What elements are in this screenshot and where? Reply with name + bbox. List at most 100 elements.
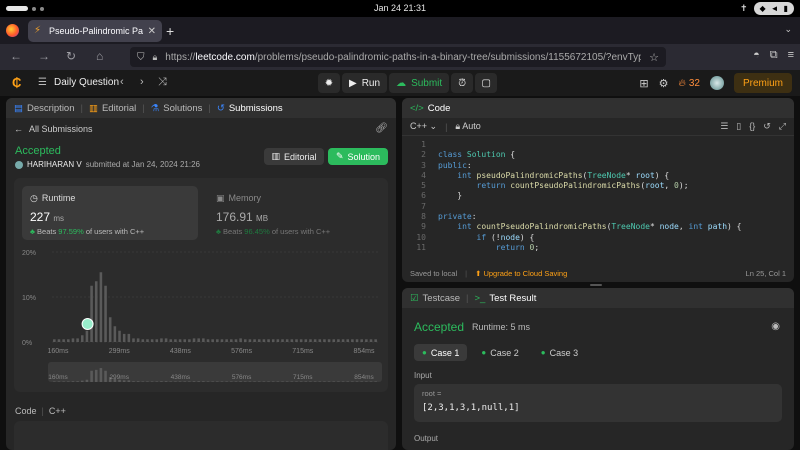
shuffle-icon[interactable]: ⤨ [158,76,167,89]
chevron-down-icon[interactable]: ⌄ [784,24,792,35]
username[interactable]: HARIHARAN V [27,160,82,169]
submit-button[interactable]: ☁ Submit [389,73,450,93]
autocomplete-toggle[interactable]: 🔒︎ Auto [455,121,480,132]
home-button[interactable]: ⌂ [96,49,103,63]
code-line[interactable]: 4 int pseudoPalindromicPaths(TreeNode* r… [402,171,794,181]
code-line[interactable]: 6 } [402,191,794,201]
list-icon[interactable]: ☰ [38,77,47,88]
code-line[interactable]: 8 private: [402,212,794,222]
eye-icon[interactable]: ◉ [771,321,780,332]
code-text[interactable] [430,140,438,150]
debug-button[interactable]: ✹ [318,73,340,93]
extensions-icon[interactable]: ⧉ [770,49,778,62]
code-line[interactable]: 3 public: [402,161,794,171]
distribution-bar [99,272,103,342]
submitted-code-preview[interactable] [14,421,388,450]
tab-code[interactable]: </> Code [410,103,450,114]
leetcode-logo-icon[interactable]: ₵ [12,76,24,90]
all-submissions-link[interactable]: ← All Submissions [14,124,93,134]
case-tab-1[interactable]: ● Case 1 [414,344,468,361]
url-bar[interactable]: ⛉ 🔒︎ https://leetcode.com/problems/pseud… [130,47,666,67]
back-button[interactable]: ← [10,49,22,63]
system-menu[interactable]: ◆ ◄ ▮ [753,2,794,15]
tab-editorial[interactable]: ▥ Editorial [89,103,136,114]
tab-testcase[interactable]: ☑ Testcase [410,293,460,304]
code-text[interactable]: if (!node) { [430,233,535,243]
alarm-icon: ⏰︎ [458,77,467,89]
chevron-left-icon[interactable]: ‹ [120,76,124,88]
code-text[interactable]: return 0; [430,243,539,253]
input-value[interactable]: [2,3,1,3,1,null,1] [422,403,520,413]
chevron-right-icon[interactable]: › [140,76,144,88]
tab-submissions[interactable]: ↺ Submissions [217,103,283,114]
accessibility-icon[interactable]: ✝ [740,3,748,14]
forward-button[interactable]: → [38,49,50,63]
layout-icon[interactable]: ⊞ [639,77,648,90]
premium-button[interactable]: Premium [733,73,792,93]
code-line[interactable]: 5 return countPseudoPalindromicPaths(roo… [402,181,794,191]
avatar[interactable] [709,76,724,90]
memory-stat[interactable]: ▣ Memory 176.91 MB ♣ Beats 96.45% of user… [208,186,378,240]
horizontal-splitter[interactable] [590,284,602,286]
gear-icon[interactable]: ⚙ [659,77,669,90]
share-link-icon[interactable]: 🔗︎ [375,123,388,134]
code-text[interactable]: private: [430,212,477,222]
runtime-distribution-chart[interactable]: 0% 10% 20% 160ms 299ms 438ms 576ms 715ms 854ms 16… [14,244,388,392]
shield-icon[interactable]: ⛉ [137,52,145,63]
braces-icon[interactable]: {} [749,121,755,132]
case-tab-3[interactable]: ● Case 3 [533,344,586,361]
lock-icon[interactable]: 🔒︎ [153,52,158,63]
bookmark-star-icon[interactable]: ☆ [649,51,659,64]
tab-test-result[interactable]: >_ Test Result [475,293,537,304]
code-line[interactable]: 1 [402,140,794,150]
new-tab-button[interactable]: + [166,23,174,39]
close-icon[interactable]: ✕ [148,26,156,37]
firefox-logo-icon[interactable] [6,24,19,37]
browser-tab-active[interactable]: ⚡ Pseudo-Palindromic Paths ✕ [28,20,162,42]
runtime-stat[interactable]: ◷ Runtime 227 ms ♣ Beats 97.59% of users … [22,186,198,240]
case-tab-2[interactable]: ● Case 2 [473,344,526,361]
upgrade-cloud-link[interactable]: ⬆ Upgrade to Cloud Saving [475,269,567,278]
os-clock[interactable]: Jan 24 21:31 [0,3,800,13]
reload-button[interactable]: ↻ [66,49,76,63]
daily-question-link[interactable]: Daily Question [54,77,119,88]
code-line[interactable]: 11 return 0; [402,243,794,253]
code-text[interactable]: } [430,191,462,201]
code-line[interactable]: 10 if (!node) { [402,233,794,243]
timer-button[interactable]: ⏰︎ [451,73,474,93]
tab-solutions[interactable]: ⚗ Solutions [151,103,203,114]
solution-button[interactable]: ✎ Solution [328,148,388,165]
input-var-label: root = [422,389,442,398]
menu-icon[interactable]: ≡ [788,49,794,62]
streak-counter[interactable]: 🔥︎ 32 [679,78,700,89]
distribution-bar [337,339,340,342]
code-editor[interactable]: 1 2 class Solution {3 public: 4 int pseudoPa… [402,140,794,260]
checkbox-icon: ☑ [410,292,419,304]
brush-bar [285,381,289,382]
brush-bar [178,381,182,382]
format-icon[interactable]: ☰ [720,121,728,132]
tab-description[interactable]: ▤ Description [14,103,75,114]
url-text[interactable]: https://leetcode.com/problems/pseudo-pal… [165,52,641,63]
code-text[interactable]: public: [430,161,472,171]
code-text[interactable]: class Solution { [430,150,515,160]
code-text[interactable]: int pseudoPalindromicPaths(TreeNode* roo… [430,171,669,181]
code-text[interactable] [430,202,438,212]
run-button[interactable]: ▶ Run [342,73,388,93]
avatar[interactable] [15,160,23,169]
fullscreen-icon[interactable]: ⤢ [779,121,786,132]
pocket-icon[interactable]: ◓ [753,49,760,62]
code-text[interactable]: int countPseudoPalindromicPaths(TreeNode… [430,222,741,232]
editorial-button[interactable]: ▥ Editorial [264,148,324,165]
code-line[interactable]: 7 [402,202,794,212]
code-line[interactable]: 9 int countPseudoPalindromicPaths(TreeNo… [402,222,794,232]
header-right: ⊞ ⚙ 🔥︎ 32 Premium [639,73,792,93]
brush-bar [85,379,89,382]
code-line[interactable]: 2 class Solution { [402,150,794,160]
notes-button[interactable]: ▢ [475,73,498,93]
code-text[interactable]: return countPseudoPalindromicPaths(root,… [430,181,689,191]
input-box[interactable]: root = [2,3,1,3,1,null,1] [414,384,782,422]
language-select[interactable]: C++ ⌄ [410,121,437,132]
bookmark-icon[interactable]: ▯ [736,121,741,132]
reset-icon[interactable]: ↺ [763,121,771,132]
